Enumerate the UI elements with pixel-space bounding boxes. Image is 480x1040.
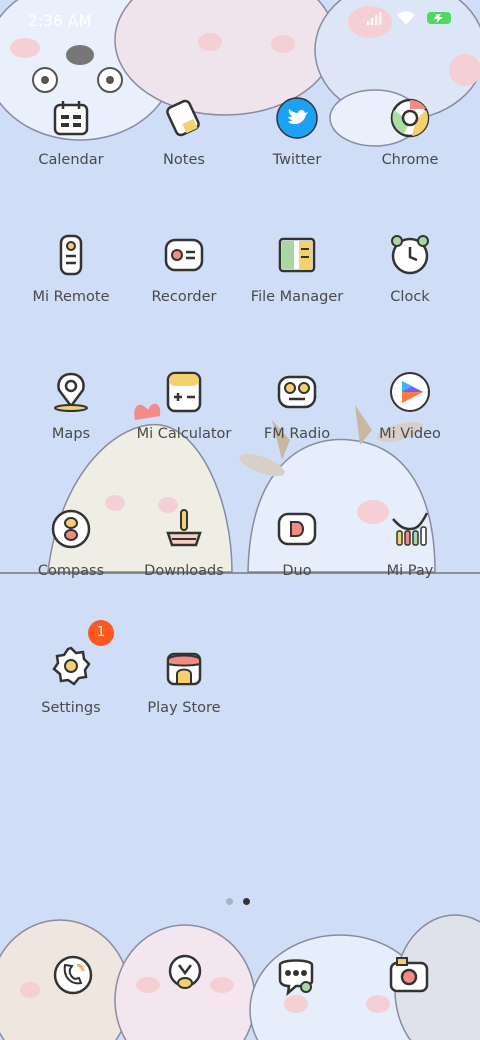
twitter-bird-icon	[276, 97, 318, 139]
app-notes[interactable]: Notes	[127, 96, 241, 206]
calculator-icon	[166, 371, 202, 413]
dock-phone-button[interactable]	[51, 953, 95, 997]
dock-browser-button[interactable]	[163, 953, 207, 997]
app-chrome[interactable]: Chrome	[353, 96, 467, 206]
app-play-store[interactable]: Play Store	[127, 644, 241, 754]
messages-icon	[278, 959, 314, 997]
app-label: FM Radio	[263, 426, 331, 442]
app-label: Settings	[41, 700, 101, 716]
radio-icon	[277, 375, 317, 409]
browser-icon	[168, 954, 202, 989]
mi-pay-icon	[392, 512, 429, 546]
status-time: 2:36 AM	[28, 12, 92, 30]
calendar-icon	[53, 101, 89, 136]
home-screen: 2:36 AM Calendar Notes Twitter Chrome Mi Rem…	[0, 0, 480, 1040]
app-clock[interactable]: Clock	[353, 233, 467, 343]
page-dot-1[interactable]	[226, 898, 233, 905]
status-icons	[366, 10, 454, 26]
app-fm-radio[interactable]: FM Radio	[240, 370, 354, 480]
app-settings[interactable]: Settings	[14, 644, 128, 754]
app-file-manager[interactable]: File Manager	[240, 233, 354, 343]
app-calendar[interactable]: Calendar	[14, 96, 128, 206]
app-maps[interactable]: Maps	[14, 370, 128, 480]
app-twitter[interactable]: Twitter	[240, 96, 354, 206]
dock-camera-button[interactable]	[387, 953, 431, 997]
app-label: Notes	[163, 152, 205, 168]
remote-icon	[59, 234, 83, 276]
app-duo[interactable]: Duo	[240, 507, 354, 617]
app-mi-pay[interactable]: Mi Pay	[353, 507, 467, 617]
notes-icon	[166, 99, 200, 137]
map-pin-icon	[54, 372, 88, 412]
app-label: Play Store	[147, 700, 221, 716]
file-manager-icon	[278, 237, 316, 273]
app-recorder[interactable]: Recorder	[127, 233, 241, 343]
battery-charging-icon	[427, 12, 451, 24]
app-mi-calculator[interactable]: Mi Calculator	[127, 370, 241, 480]
app-label: Downloads	[144, 563, 224, 579]
page-dot-2-active[interactable]	[243, 898, 250, 905]
app-label: Chrome	[381, 152, 439, 168]
settings-notification-badge: 1	[88, 620, 114, 646]
compass-icon	[51, 509, 91, 549]
play-store-icon	[166, 652, 202, 686]
app-compass[interactable]: Compass	[14, 507, 128, 617]
phone-icon	[53, 955, 93, 995]
duo-video-icon	[277, 512, 317, 546]
clock-icon	[391, 235, 429, 275]
app-label: Mi Video	[379, 426, 441, 442]
video-play-icon	[390, 372, 430, 412]
app-mi-video[interactable]: Mi Video	[353, 370, 467, 480]
gear-icon	[52, 646, 91, 686]
page-indicator[interactable]	[226, 898, 250, 905]
app-label: Clock	[390, 289, 430, 305]
signal-bars-icon	[367, 12, 382, 25]
wifi-icon	[397, 11, 415, 25]
app-label: Calendar	[38, 152, 104, 168]
app-label: Duo	[282, 563, 312, 579]
dock-messages-button[interactable]	[274, 953, 318, 997]
app-label: Maps	[51, 426, 91, 442]
recorder-icon	[164, 238, 204, 272]
app-label: Mi Calculator	[136, 426, 232, 442]
app-label: Mi Pay	[386, 563, 434, 579]
app-label: Mi Remote	[32, 289, 110, 305]
download-icon	[166, 509, 202, 547]
app-label: File Manager	[250, 289, 344, 305]
chrome-icon	[390, 98, 430, 138]
app-downloads[interactable]: Downloads	[127, 507, 241, 617]
app-label: Compass	[37, 563, 105, 579]
app-label: Recorder	[151, 289, 217, 305]
app-mi-remote[interactable]: Mi Remote	[14, 233, 128, 343]
camera-icon	[389, 957, 429, 993]
app-label: Twitter	[272, 152, 322, 168]
status-bar: 2:36 AM	[0, 0, 480, 44]
